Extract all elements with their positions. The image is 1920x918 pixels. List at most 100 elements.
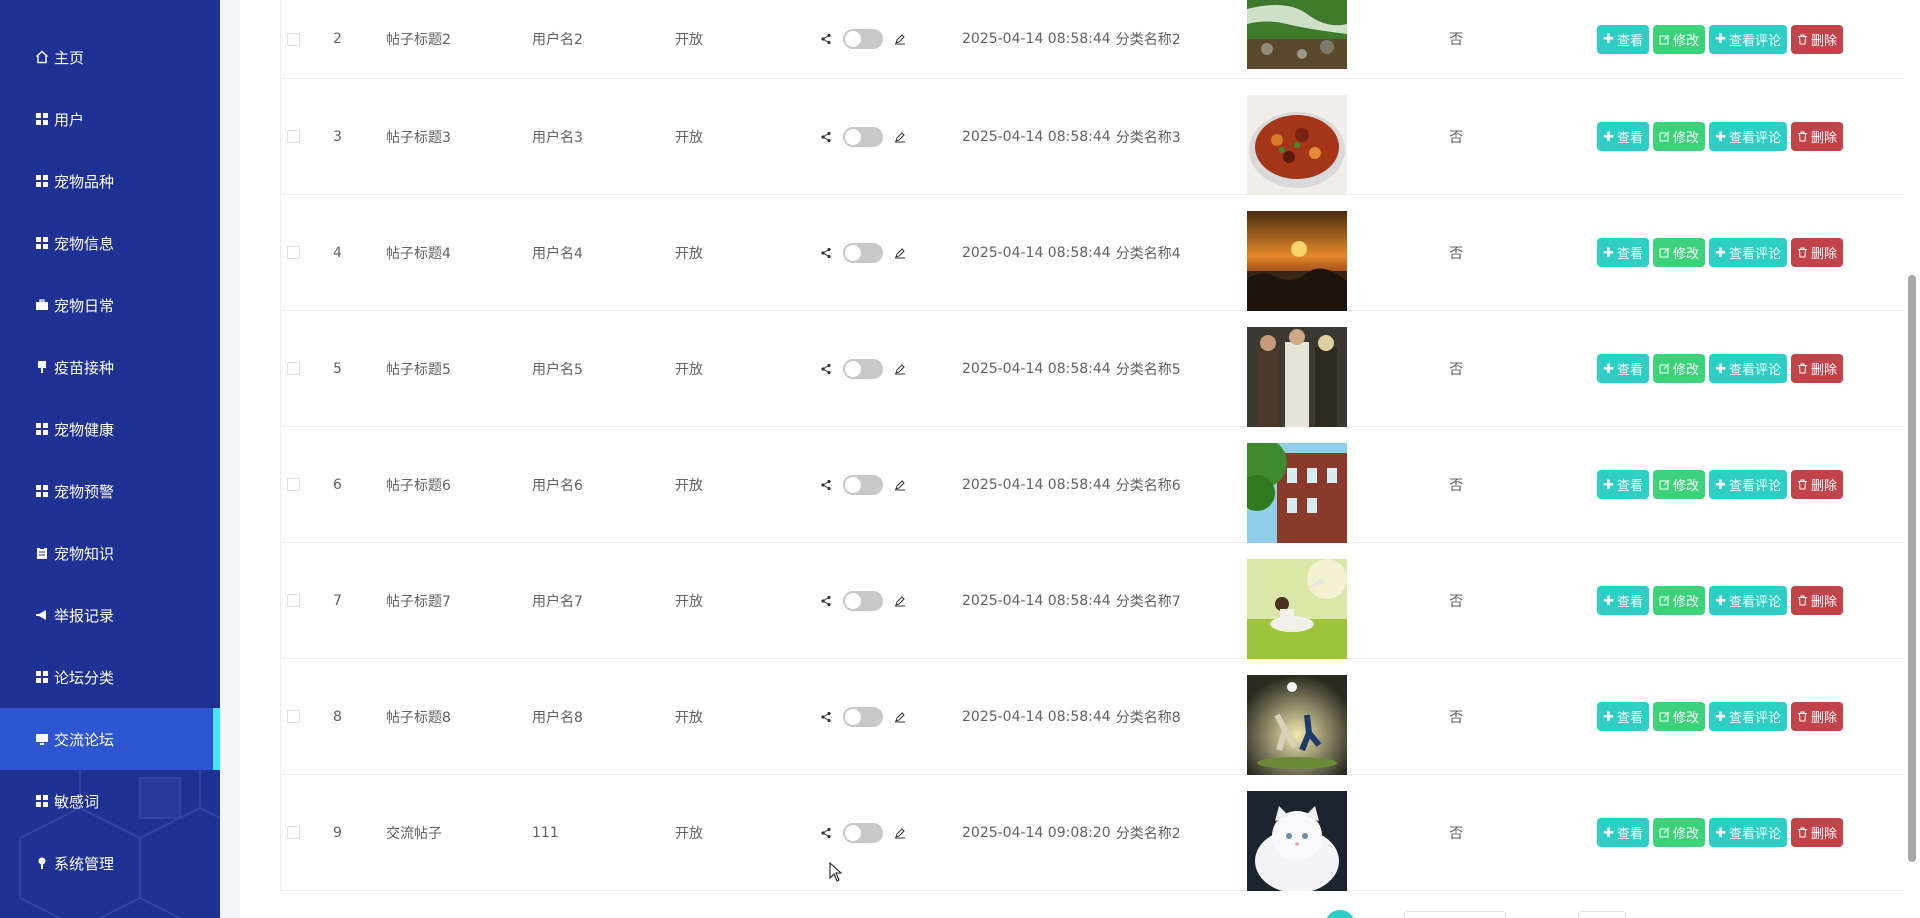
- view-button[interactable]: ✚ 查看: [1597, 24, 1650, 54]
- sidebar-item-5[interactable]: 疫苗接种: [0, 336, 220, 398]
- post-thumbnail[interactable]: [1247, 94, 1347, 195]
- pagination-jump-input[interactable]: [1578, 911, 1626, 918]
- post-thumbnail[interactable]: [1247, 558, 1347, 659]
- edit-button[interactable]: 修改: [1653, 818, 1706, 847]
- edit-pencil-icon[interactable]: [893, 32, 907, 46]
- row-checkbox[interactable]: [287, 478, 300, 491]
- delete-button[interactable]: 删除: [1791, 238, 1844, 267]
- edit-button[interactable]: 修改: [1653, 122, 1706, 151]
- delete-button[interactable]: 删除: [1791, 122, 1844, 151]
- sidebar-item-3[interactable]: 宠物信息: [0, 212, 220, 274]
- share-icon[interactable]: [819, 594, 833, 608]
- view-comments-button[interactable]: ✚ 查看评论: [1709, 586, 1788, 615]
- edit-pencil-icon[interactable]: [893, 826, 907, 840]
- view-button[interactable]: ✚ 查看: [1597, 702, 1650, 731]
- share-icon[interactable]: [819, 826, 833, 840]
- edit-pencil-icon[interactable]: [893, 710, 907, 724]
- view-comments-button[interactable]: ✚ 查看评论: [1709, 238, 1788, 267]
- post-thumbnail-cell: [1247, 543, 1347, 659]
- sidebar-item-13[interactable]: 系统管理: [0, 832, 220, 894]
- visibility-toggle[interactable]: [843, 590, 883, 611]
- share-icon[interactable]: [819, 362, 833, 376]
- post-thumbnail-cell: [1247, 775, 1347, 891]
- view-comments-button-label: 查看评论: [1729, 362, 1782, 377]
- visibility-toggle[interactable]: [843, 29, 883, 49]
- row-checkbox-cell: [287, 659, 300, 774]
- view-button[interactable]: ✚ 查看: [1597, 586, 1650, 615]
- post-time-category: 2025-04-14 08:58:44 分类名称8: [962, 659, 1181, 774]
- row-checkbox[interactable]: [287, 362, 300, 375]
- post-thumbnail[interactable]: [1247, 790, 1347, 891]
- visibility-toggle[interactable]: [843, 242, 883, 263]
- row-checkbox[interactable]: [287, 710, 300, 723]
- sidebar-item-7[interactable]: 宠物预警: [0, 460, 220, 522]
- edit-button[interactable]: 修改: [1653, 24, 1706, 54]
- view-comments-button[interactable]: ✚ 查看评论: [1709, 24, 1788, 54]
- post-thumbnail[interactable]: [1247, 0, 1347, 69]
- pagination-size-select[interactable]: [1404, 911, 1506, 918]
- post-thumbnail[interactable]: [1247, 210, 1347, 311]
- view-comments-button[interactable]: ✚ 查看评论: [1709, 818, 1788, 847]
- post-controls: [819, 659, 907, 774]
- row-checkbox[interactable]: [287, 130, 300, 143]
- share-icon[interactable]: [819, 246, 833, 260]
- share-icon[interactable]: [819, 32, 833, 46]
- view-button[interactable]: ✚ 查看: [1597, 122, 1650, 151]
- visibility-toggle[interactable]: [843, 706, 883, 727]
- view-button[interactable]: ✚ 查看: [1597, 354, 1650, 383]
- sidebar-item-10[interactable]: 论坛分类: [0, 646, 220, 708]
- view-comments-button[interactable]: ✚ 查看评论: [1709, 122, 1788, 151]
- delete-button[interactable]: 删除: [1791, 470, 1844, 499]
- edit-pencil-icon[interactable]: [893, 594, 907, 608]
- view-button[interactable]: ✚ 查看: [1597, 238, 1650, 267]
- edit-button[interactable]: 修改: [1653, 470, 1706, 499]
- share-icon[interactable]: [819, 478, 833, 492]
- row-checkbox[interactable]: [287, 594, 300, 607]
- scrollbar-thumb[interactable]: [1908, 275, 1916, 862]
- view-button[interactable]: ✚ 查看: [1597, 818, 1650, 847]
- sidebar-item-8[interactable]: 宠物知识: [0, 522, 220, 584]
- edit-pencil-icon[interactable]: [893, 246, 907, 260]
- post-thumbnail[interactable]: [1247, 442, 1347, 543]
- delete-button[interactable]: 删除: [1791, 354, 1844, 383]
- edit-button[interactable]: 修改: [1653, 354, 1706, 383]
- view-comments-button[interactable]: ✚ 查看评论: [1709, 470, 1788, 499]
- share-icon[interactable]: [819, 710, 833, 724]
- delete-button-label: 删除: [1811, 32, 1838, 48]
- sidebar-item-label: 交流论坛: [54, 730, 115, 749]
- visibility-toggle[interactable]: [843, 474, 883, 495]
- edit-pencil-icon[interactable]: [893, 130, 907, 144]
- post-username: 用户名2: [532, 32, 583, 48]
- post-username: 用户名7: [532, 593, 583, 610]
- edit-button[interactable]: 修改: [1653, 586, 1706, 615]
- edit-pencil-icon[interactable]: [893, 362, 907, 376]
- edit-button[interactable]: 修改: [1653, 238, 1706, 267]
- visibility-toggle[interactable]: [843, 126, 883, 147]
- delete-button[interactable]: 删除: [1791, 24, 1844, 54]
- post-thumbnail[interactable]: [1247, 674, 1347, 775]
- post-thumbnail[interactable]: [1247, 326, 1347, 427]
- visibility-toggle[interactable]: [843, 822, 883, 843]
- sidebar-item-11[interactable]: 交流论坛: [0, 708, 220, 770]
- share-icon[interactable]: [819, 130, 833, 144]
- view-comments-button[interactable]: ✚ 查看评论: [1709, 702, 1788, 731]
- sidebar-item-6[interactable]: 宠物健康: [0, 398, 220, 460]
- delete-button[interactable]: 删除: [1791, 818, 1844, 847]
- syringe-icon: [34, 359, 50, 375]
- sidebar-item-0[interactable]: 主页: [0, 26, 220, 88]
- view-comments-button[interactable]: ✚ 查看评论: [1709, 354, 1788, 383]
- view-button[interactable]: ✚ 查看: [1597, 470, 1650, 499]
- delete-button[interactable]: 删除: [1791, 702, 1844, 731]
- sidebar-item-2[interactable]: 宠物品种: [0, 150, 220, 212]
- row-checkbox[interactable]: [287, 32, 300, 46]
- visibility-toggle[interactable]: [843, 358, 883, 379]
- edit-button[interactable]: 修改: [1653, 702, 1706, 731]
- row-checkbox[interactable]: [287, 826, 300, 839]
- edit-pencil-icon[interactable]: [893, 478, 907, 492]
- sidebar-item-12[interactable]: 敏感词: [0, 770, 220, 832]
- delete-button[interactable]: 删除: [1791, 586, 1844, 615]
- sidebar-item-9[interactable]: 举报记录: [0, 584, 220, 646]
- sidebar-item-1[interactable]: 用户: [0, 88, 220, 150]
- sidebar-item-4[interactable]: 宠物日常: [0, 274, 220, 336]
- row-checkbox[interactable]: [287, 246, 300, 259]
